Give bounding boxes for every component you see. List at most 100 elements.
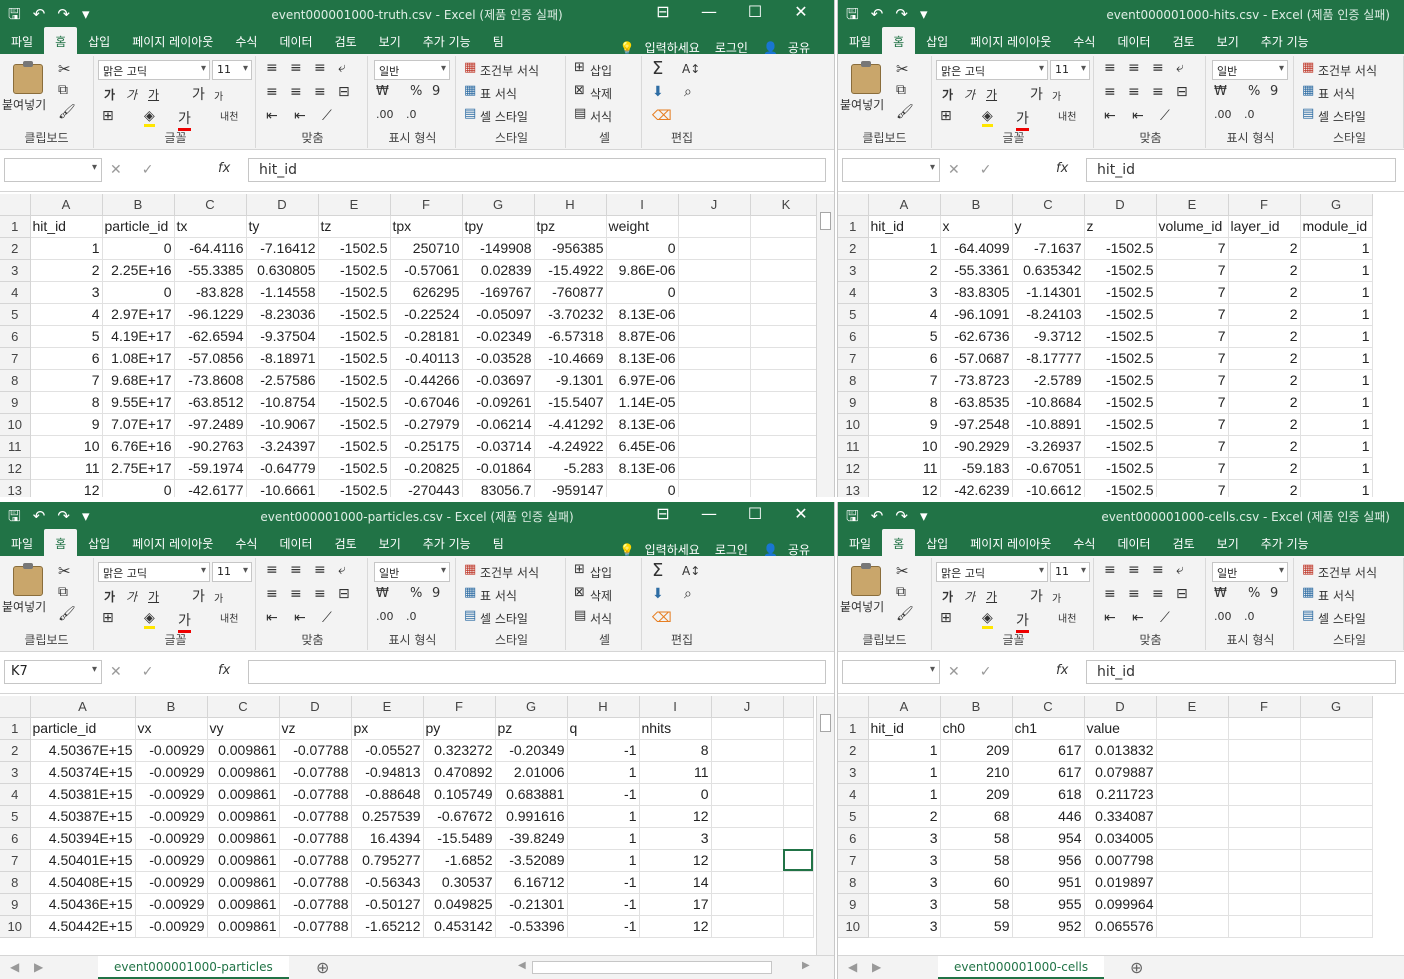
- row-header[interactable]: 9: [838, 391, 869, 414]
- cell[interactable]: 0: [606, 237, 679, 260]
- cell[interactable]: 2: [30, 259, 103, 282]
- phonetic-icon[interactable]: 내천: [1058, 108, 1076, 123]
- column-header[interactable]: G: [1300, 194, 1373, 216]
- cell[interactable]: -15.5489: [423, 827, 496, 850]
- cut-icon[interactable]: ✂: [896, 562, 909, 580]
- increase-decimal-icon[interactable]: .00: [1214, 108, 1232, 121]
- cell[interactable]: -3.26937: [1012, 435, 1085, 458]
- cell[interactable]: 12: [639, 849, 712, 872]
- font-color-icon[interactable]: 가: [1016, 610, 1029, 633]
- cell[interactable]: vz: [279, 717, 352, 740]
- underline-icon[interactable]: 가: [148, 588, 159, 605]
- cell[interactable]: 4.50394E+15: [30, 827, 136, 850]
- cell[interactable]: [1228, 805, 1301, 828]
- cell[interactable]: [1156, 761, 1229, 784]
- cell[interactable]: -0.00929: [135, 827, 208, 850]
- conditional-format-button[interactable]: 조건부 서식: [480, 62, 539, 79]
- table-format-button[interactable]: 표 서식: [480, 587, 517, 604]
- cell[interactable]: [1300, 739, 1373, 762]
- tab-6[interactable]: 검토: [324, 529, 368, 556]
- cell[interactable]: -1502.5: [1084, 281, 1157, 304]
- cell[interactable]: -1.6852: [423, 849, 496, 872]
- cell[interactable]: vy: [207, 717, 280, 740]
- column-header[interactable]: D: [1084, 194, 1157, 216]
- cell[interactable]: -0.67046: [390, 391, 463, 414]
- cell[interactable]: -10.8684: [1012, 391, 1085, 414]
- cell[interactable]: -1502.5: [1084, 347, 1157, 370]
- cell[interactable]: -0.03697: [462, 369, 535, 392]
- cell[interactable]: 4.19E+17: [102, 325, 175, 348]
- cell[interactable]: [678, 435, 751, 458]
- cell[interactable]: -1502.5: [1084, 457, 1157, 480]
- cell[interactable]: [783, 739, 814, 762]
- cell[interactable]: 954: [1012, 827, 1085, 850]
- cell[interactable]: y: [1012, 215, 1085, 238]
- cell[interactable]: 9: [30, 413, 103, 436]
- scroll-thumb[interactable]: [820, 714, 831, 732]
- cell[interactable]: 1: [567, 827, 640, 850]
- font-size-combo[interactable]: 11: [212, 562, 252, 582]
- align-left-icon[interactable]: ≡: [1104, 84, 1116, 100]
- align-center-icon[interactable]: ≡: [1128, 84, 1140, 100]
- select-all-corner[interactable]: [0, 194, 31, 216]
- format-painter-icon[interactable]: 🖌: [58, 606, 76, 622]
- cell[interactable]: -956385: [534, 237, 607, 260]
- cell[interactable]: 0.013832: [1084, 739, 1157, 762]
- cell[interactable]: 0.323272: [423, 739, 496, 762]
- cell[interactable]: -73.8608: [174, 369, 247, 392]
- cell[interactable]: [711, 783, 784, 806]
- cell[interactable]: volume_id: [1156, 215, 1229, 238]
- formula-input[interactable]: hit_id: [1086, 158, 1396, 182]
- fill-color-icon[interactable]: ◈: [144, 108, 155, 127]
- cell[interactable]: 1: [30, 237, 103, 260]
- sheet-nav-prev-icon[interactable]: ◀: [10, 960, 19, 974]
- cell[interactable]: -1502.5: [1084, 303, 1157, 326]
- paste-icon[interactable]: [13, 563, 43, 596]
- cell[interactable]: 0.034005: [1084, 827, 1157, 850]
- cell[interactable]: -5.283: [534, 457, 607, 480]
- tab-0[interactable]: 파일: [0, 529, 44, 556]
- cell[interactable]: 7: [1156, 259, 1229, 282]
- comma-icon[interactable]: 9: [432, 586, 440, 601]
- cell[interactable]: -1502.5: [1084, 435, 1157, 458]
- column-header[interactable]: D: [279, 696, 352, 718]
- row-header[interactable]: 4: [838, 281, 869, 304]
- column-header[interactable]: F: [1228, 194, 1301, 216]
- cell[interactable]: 1.14E-05: [606, 391, 679, 414]
- row-header[interactable]: 10: [838, 413, 869, 436]
- cell[interactable]: -0.44266: [390, 369, 463, 392]
- cell[interactable]: [1300, 761, 1373, 784]
- cell[interactable]: 0.079887: [1084, 761, 1157, 784]
- cell[interactable]: -959147: [534, 479, 607, 497]
- column-header[interactable]: B: [102, 194, 175, 216]
- cell[interactable]: [711, 827, 784, 850]
- column-header[interactable]: C: [207, 696, 280, 718]
- tab-0[interactable]: 파일: [838, 529, 882, 556]
- cell[interactable]: [1300, 827, 1373, 850]
- cell[interactable]: -1: [567, 783, 640, 806]
- cell[interactable]: 7: [1156, 479, 1229, 497]
- cell[interactable]: 209: [940, 739, 1013, 762]
- cell[interactable]: -0.00929: [135, 915, 208, 938]
- column-header[interactable]: E: [1156, 194, 1229, 216]
- cell[interactable]: 7.07E+17: [102, 413, 175, 436]
- cell[interactable]: -96.1229: [174, 303, 247, 326]
- underline-icon[interactable]: 가: [148, 86, 159, 103]
- cell[interactable]: [711, 893, 784, 916]
- cell[interactable]: [1156, 783, 1229, 806]
- cell[interactable]: [1156, 871, 1229, 894]
- align-middle-icon[interactable]: ≡: [290, 60, 302, 76]
- comma-icon[interactable]: 9: [432, 84, 440, 99]
- cell[interactable]: 3: [639, 827, 712, 850]
- cell[interactable]: -0.00929: [135, 871, 208, 894]
- row-header[interactable]: 7: [0, 849, 31, 872]
- cell[interactable]: 7: [1156, 435, 1229, 458]
- decrease-decimal-icon[interactable]: .0: [406, 610, 417, 623]
- cell[interactable]: 1: [1300, 457, 1373, 480]
- cell[interactable]: -57.0687: [940, 347, 1013, 370]
- cell[interactable]: tx: [174, 215, 247, 238]
- cell[interactable]: -1502.5: [318, 237, 391, 260]
- cell[interactable]: -1502.5: [1084, 479, 1157, 497]
- cell[interactable]: [1300, 783, 1373, 806]
- font-color-icon[interactable]: 가: [1016, 108, 1029, 131]
